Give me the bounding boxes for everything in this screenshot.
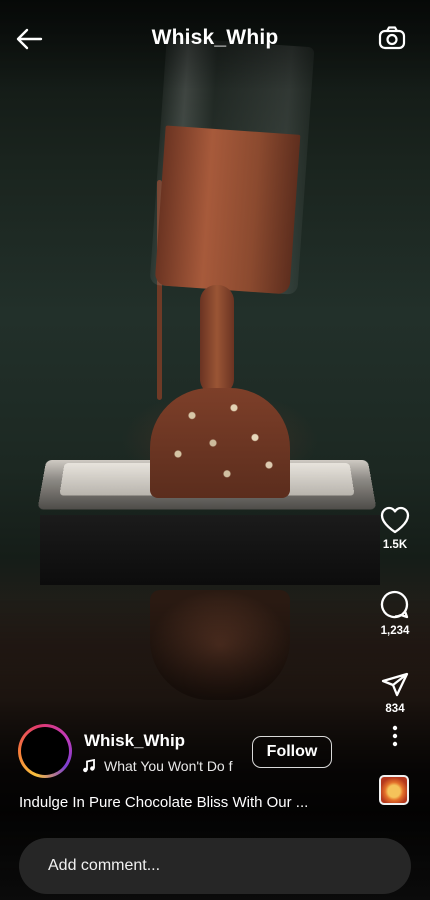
more-vertical-icon xyxy=(392,725,398,752)
share-button[interactable]: 834 xyxy=(366,671,424,715)
chocolate-dessert xyxy=(150,388,290,498)
username[interactable]: Whisk_Whip xyxy=(84,731,185,751)
audio-thumbnail[interactable] xyxy=(379,775,409,805)
comment-input[interactable]: Add comment... xyxy=(19,838,411,894)
music-note-icon xyxy=(82,759,96,773)
comment-icon xyxy=(366,589,424,621)
comments-count: 1,234 xyxy=(380,625,410,637)
dark-stand xyxy=(40,515,380,585)
camera-button[interactable] xyxy=(376,24,408,56)
audio-row[interactable]: What You Won't Do f xyxy=(82,756,262,776)
comment-button[interactable]: 1,234 xyxy=(366,589,424,637)
send-icon xyxy=(366,671,424,699)
like-button[interactable]: 1.5K xyxy=(366,505,424,551)
more-options-button[interactable] xyxy=(381,724,409,752)
page-title: Whisk_Whip xyxy=(151,26,279,49)
avatar[interactable] xyxy=(18,724,72,778)
likes-count: 1.5K xyxy=(382,539,408,551)
avatar-image xyxy=(21,727,69,775)
audio-title: What You Won't Do f xyxy=(104,758,233,774)
shares-count: 834 xyxy=(385,703,405,715)
comment-placeholder: Add comment... xyxy=(48,857,161,874)
follow-button[interactable]: Follow xyxy=(252,736,332,768)
heart-icon xyxy=(366,505,424,535)
author-row: Whisk_Whip What You Won't Do f Follow xyxy=(18,724,368,780)
chocolate-in-glass xyxy=(154,125,301,295)
chocolate-pour xyxy=(200,285,234,395)
post-caption[interactable]: Indulge In Pure Chocolate Bliss With Our… xyxy=(19,794,359,811)
camera-icon xyxy=(378,25,406,56)
top-bar: Whisk_Whip xyxy=(0,18,430,62)
